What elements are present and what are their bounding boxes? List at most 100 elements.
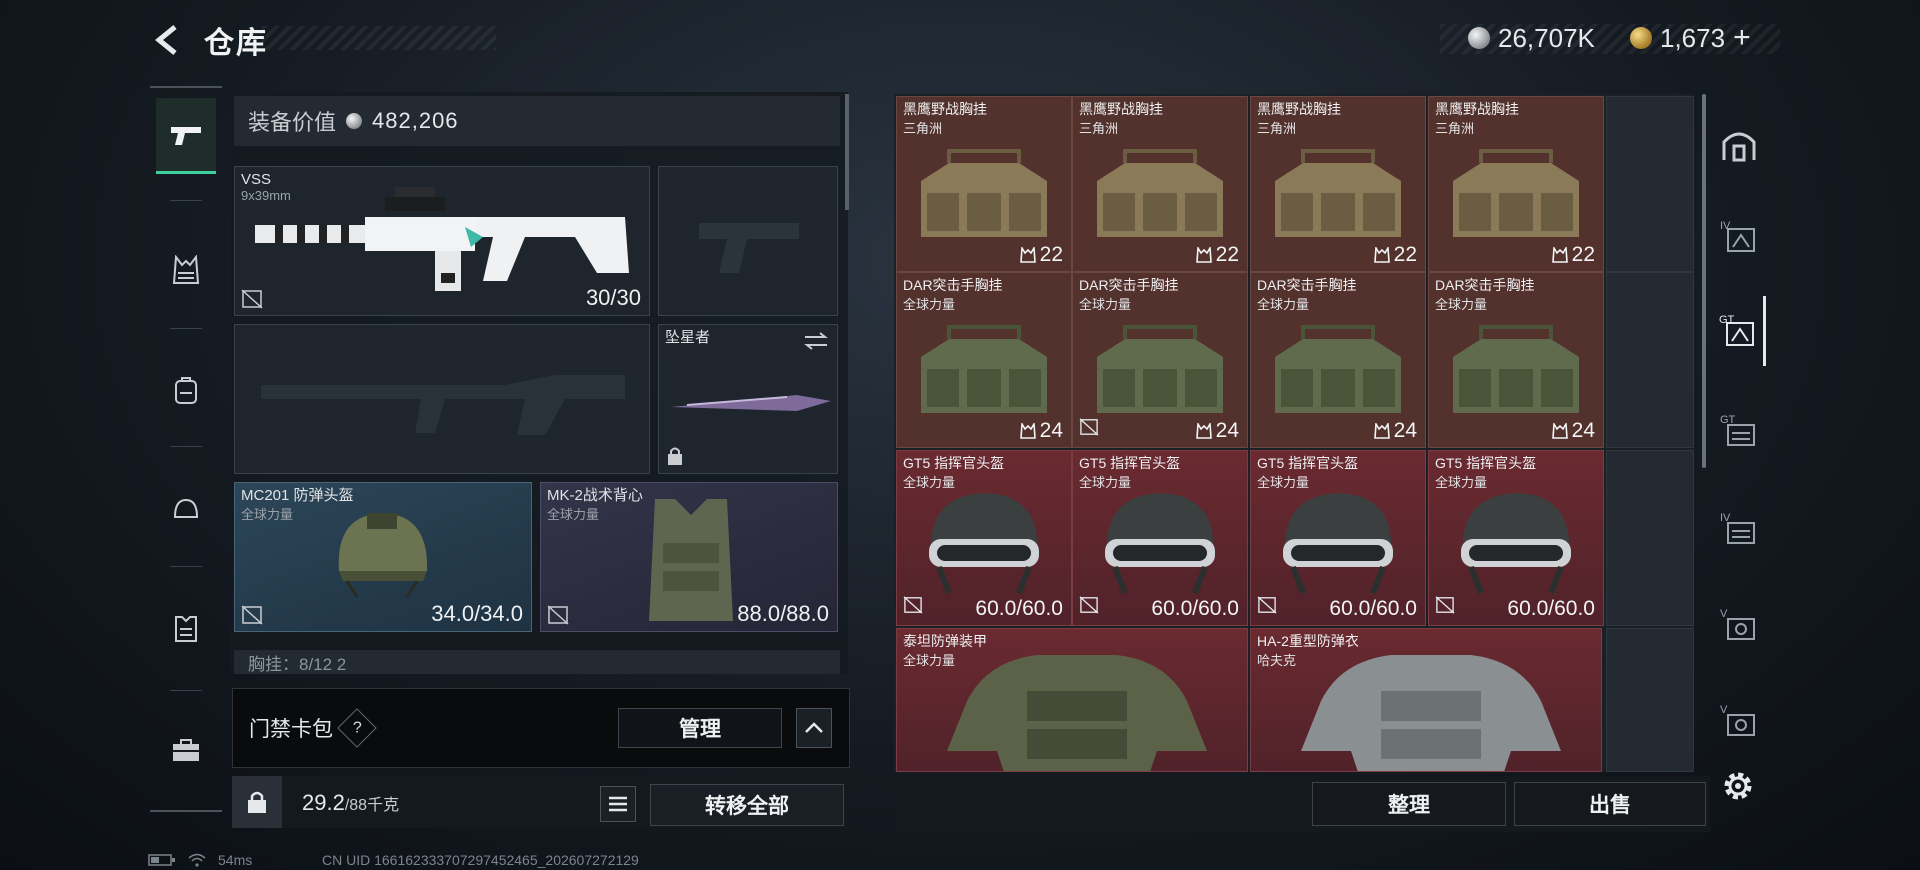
title-decoration xyxy=(262,26,496,50)
empty-storage-cell[interactable] xyxy=(1606,450,1694,626)
item-name: DAR突击手胸挂 xyxy=(1079,277,1179,293)
item-count: 60.0/60.0 xyxy=(1507,597,1595,621)
tab-helmet[interactable] xyxy=(156,472,216,548)
tab-case[interactable] xyxy=(156,712,216,788)
storage-item[interactable]: 黑鹰野战胸挂 三角洲 22 xyxy=(1072,96,1248,272)
no-insure-badge xyxy=(1435,596,1455,619)
backpack-icon xyxy=(175,377,197,404)
filter-level-4-chest[interactable]: IV xyxy=(1712,202,1766,272)
help-icon[interactable]: ? xyxy=(337,708,377,748)
secondary-weapon-slot[interactable] xyxy=(658,166,838,316)
tab-chest-rig[interactable] xyxy=(156,232,216,308)
storage-item[interactable]: 黑鹰野战胸挂 三角洲 22 xyxy=(896,96,1072,272)
filter-gt-armor[interactable]: GT xyxy=(1712,396,1766,466)
gt5-helmet-item-icon xyxy=(929,493,1039,595)
empty-storage-cell[interactable] xyxy=(1606,96,1694,272)
settings-button[interactable] xyxy=(1716,764,1760,808)
sell-button[interactable]: 出售 xyxy=(1514,782,1706,826)
chest-rig-row[interactable]: 胸挂：8/12 2 xyxy=(234,650,840,674)
item-source: 全球力量 xyxy=(903,297,956,312)
item-count-value: 22 xyxy=(1215,243,1239,266)
chest-rig-item-icon xyxy=(1275,149,1401,237)
list-view-button[interactable] xyxy=(600,786,636,822)
equipment-scrollbar[interactable] xyxy=(845,94,849,210)
item-count: 24 xyxy=(1551,419,1595,443)
storage-item-large[interactable]: HA-2重型防弹衣 哈夫克 xyxy=(1250,628,1602,772)
filter-level-5-case[interactable]: V xyxy=(1712,686,1766,756)
svg-text:V: V xyxy=(1720,704,1728,716)
gt5-helmet-item-icon xyxy=(1283,493,1393,595)
pistol-silhouette-icon xyxy=(699,223,799,273)
armor-vest-item-icon xyxy=(649,499,733,621)
empty-storage-cell[interactable] xyxy=(1606,628,1694,772)
transfer-all-button[interactable]: 转移全部 xyxy=(650,784,844,826)
tab-weapons[interactable] xyxy=(156,98,216,174)
safe-lock-button[interactable] xyxy=(232,776,282,828)
collapse-button[interactable] xyxy=(796,708,832,748)
heavy-armor-item-icon xyxy=(1301,655,1561,771)
back-button[interactable] xyxy=(148,18,188,62)
gold-amount: 1,673 xyxy=(1660,22,1726,53)
tab-armor[interactable] xyxy=(156,590,216,666)
filter-all[interactable] xyxy=(1712,110,1766,180)
gold-coin-icon xyxy=(1630,27,1652,49)
item-count: 22 xyxy=(1195,243,1239,267)
storage-item-large[interactable]: 泰坦防弹装甲 全球力量 xyxy=(896,628,1248,772)
item-name: DAR突击手胸挂 xyxy=(1257,277,1357,293)
tier-gt-armor-icon: GT xyxy=(1720,414,1755,446)
equipment-value-amount: 482,206 xyxy=(372,108,459,133)
chest-rig-icon xyxy=(172,255,200,284)
storage-item[interactable]: GT5 指挥官头盔 全球力量 60.0/60.0 xyxy=(896,450,1072,626)
melee-slot[interactable]: 坠星者 xyxy=(658,324,838,474)
tier-v-case-icon: V xyxy=(1720,704,1755,736)
item-count: 24 xyxy=(1373,419,1417,443)
keycard-label: 门禁卡包 xyxy=(249,718,333,741)
manage-button[interactable]: 管理 xyxy=(618,708,782,748)
primary-weapon-slot[interactable]: VSS 9x39mm 30/30 xyxy=(234,166,650,316)
empty-storage-cell[interactable] xyxy=(1606,272,1694,448)
storage-item[interactable]: DAR突击手胸挂 全球力量 24 xyxy=(1428,272,1604,448)
gear-icon xyxy=(1724,772,1752,800)
helmet-durability: 34.0/34.0 xyxy=(431,601,523,626)
equipment-value-label: 装备价值 xyxy=(248,110,337,135)
storage-item[interactable]: DAR突击手胸挂 全球力量 24 xyxy=(1072,272,1248,448)
chest-rig-item-icon xyxy=(921,149,1047,237)
item-source: 全球力量 xyxy=(1257,297,1310,312)
sort-button[interactable]: 整理 xyxy=(1312,782,1506,826)
storage-scrollbar[interactable] xyxy=(1702,94,1706,468)
storage-item[interactable]: DAR突击手胸挂 全球力量 24 xyxy=(896,272,1072,448)
storage-item[interactable]: 黑鹰野战胸挂 三角洲 22 xyxy=(1250,96,1426,272)
rail-divider xyxy=(170,200,202,201)
tab-backpack[interactable] xyxy=(156,352,216,428)
armor-slot[interactable]: MK-2战术背心 全球力量 88.0/88.0 xyxy=(540,482,838,632)
chest-rig-item-icon xyxy=(1097,325,1223,413)
item-name: 黑鹰野战胸挂 xyxy=(1257,101,1341,117)
chest-rig-small-icon xyxy=(1373,247,1390,263)
storage-item[interactable]: GT5 指挥官头盔 全球力量 60.0/60.0 xyxy=(1072,450,1248,626)
no-insure-icon xyxy=(903,596,923,614)
swap-icon[interactable] xyxy=(803,331,829,351)
no-insure-badge xyxy=(1257,596,1277,619)
item-count-value: 22 xyxy=(1571,243,1595,266)
storage-item[interactable]: GT5 指挥官头盔 全球力量 60.0/60.0 xyxy=(1428,450,1604,626)
storage-item[interactable]: GT5 指挥官头盔 全球力量 60.0/60.0 xyxy=(1250,450,1426,626)
helmet-slot[interactable]: MC201 防弹头盔 全球力量 34.0/34.0 xyxy=(234,482,532,632)
weight-max: /88千克 xyxy=(344,797,400,814)
gold-currency[interactable]: 1,673 + xyxy=(1630,20,1751,56)
heavy-armor-item-icon xyxy=(947,655,1207,771)
rifle-silhouette-icon xyxy=(261,375,625,435)
chest-rig-item-icon xyxy=(921,325,1047,413)
storage-item[interactable]: DAR突击手胸挂 全球力量 24 xyxy=(1250,272,1426,448)
item-count: 22 xyxy=(1373,243,1417,267)
add-currency-button[interactable]: + xyxy=(1733,21,1751,55)
item-count-value: 24 xyxy=(1571,419,1595,442)
armor-source: 全球力量 xyxy=(547,507,600,522)
storage-item[interactable]: 黑鹰野战胸挂 三角洲 22 xyxy=(1428,96,1604,272)
filter-level-4-armor[interactable]: IV xyxy=(1712,494,1766,564)
secondary-rifle-slot[interactable] xyxy=(234,324,650,474)
chest-rig-small-icon xyxy=(1551,247,1568,263)
item-source: 全球力量 xyxy=(1079,297,1132,312)
filter-level-5-bag[interactable]: V xyxy=(1712,590,1766,660)
filter-gt5-helmet[interactable]: GT xyxy=(1712,296,1766,366)
weapon-ammo: 30/30 xyxy=(585,285,641,310)
